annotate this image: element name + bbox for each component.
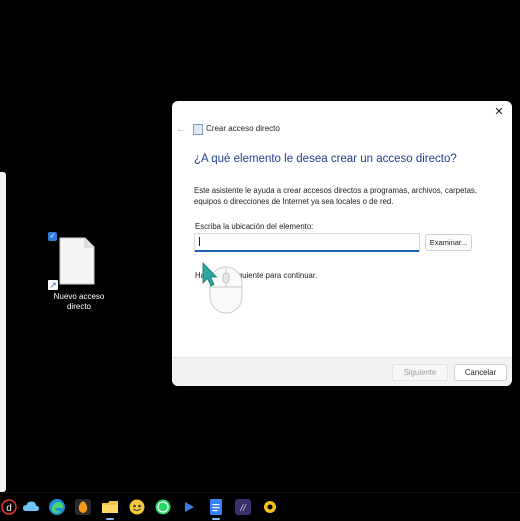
create-shortcut-dialog: ✕ ← Crear acceso directo ¿A qué elemento… [172,101,512,386]
shortcut-label-line1: Nuevo acceso [53,292,105,301]
background-window-edge [0,172,6,492]
selection-checkbox-icon[interactable]: ✓ [48,232,57,241]
d-app-icon[interactable]: d [0,498,18,516]
wizard-title: Crear acceso directo [206,124,280,133]
svg-text:d: d [6,503,12,514]
cloud-icon[interactable] [22,498,40,516]
settings-icon[interactable] [261,498,279,516]
close-button[interactable]: ✕ [492,105,506,119]
mouse-click-overlay-icon [202,262,243,314]
browse-button[interactable]: Examinar... [425,234,472,251]
cancel-button[interactable]: Cancelar [454,364,507,381]
shortcut-label: Nuevo acceso directo [44,292,114,312]
fruity-icon[interactable] [74,498,92,516]
back-arrow-icon[interactable]: ← [176,123,188,135]
whatsapp-icon[interactable] [154,498,172,516]
location-input[interactable] [194,233,420,252]
app-icon[interactable]: // [234,498,252,516]
file-explorer-icon[interactable] [101,498,119,516]
dialog-heading: ¿A qué elemento le desea crear un acceso… [194,153,457,165]
location-label: Escriba la ubicación del elemento: [195,222,314,231]
edge-icon[interactable] [48,498,66,516]
docs-icon[interactable] [207,498,225,516]
text-caret [199,237,200,246]
shortcut-arrow-icon: ↗ [48,280,58,290]
shortcut-label-line2: directo [66,302,91,311]
play-icon[interactable] [180,498,198,516]
emoji-icon[interactable] [128,498,146,516]
next-button[interactable]: Siguiente [392,364,448,381]
shortcut-wizard-icon [193,124,203,135]
dialog-footer: Siguiente Cancelar [172,357,512,386]
taskbar: d // [0,492,520,521]
file-icon [59,237,95,285]
dialog-description: Este asistente le ayuda a crear accesos … [194,186,477,206]
